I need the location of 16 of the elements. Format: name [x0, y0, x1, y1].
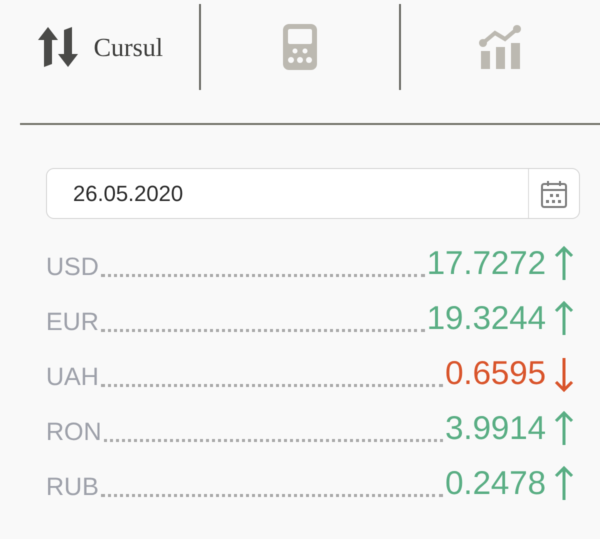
- currency-code: UAH: [46, 362, 99, 392]
- date-field[interactable]: 26.05.2020: [46, 168, 580, 219]
- bar-chart-icon: [478, 25, 523, 69]
- exchange-rate: 19.3244: [426, 299, 546, 337]
- exchange-rate: 0.2478: [445, 464, 546, 502]
- currency-code: EUR: [46, 307, 99, 337]
- date-value: 26.05.2020: [72, 180, 184, 208]
- currency-code: USD: [46, 252, 99, 282]
- tab[interactable]: Cursul: [0, 4, 199, 90]
- calculator-icon: [283, 24, 317, 70]
- currency-code: RUB: [46, 472, 99, 502]
- exchange-rate: 3.9914: [445, 409, 546, 447]
- exchange-rate: 0.6595: [445, 354, 546, 392]
- exchange-rate: 17.7272: [426, 244, 546, 282]
- currency-code: RON: [46, 417, 102, 447]
- calendar-icon[interactable]: [541, 180, 567, 208]
